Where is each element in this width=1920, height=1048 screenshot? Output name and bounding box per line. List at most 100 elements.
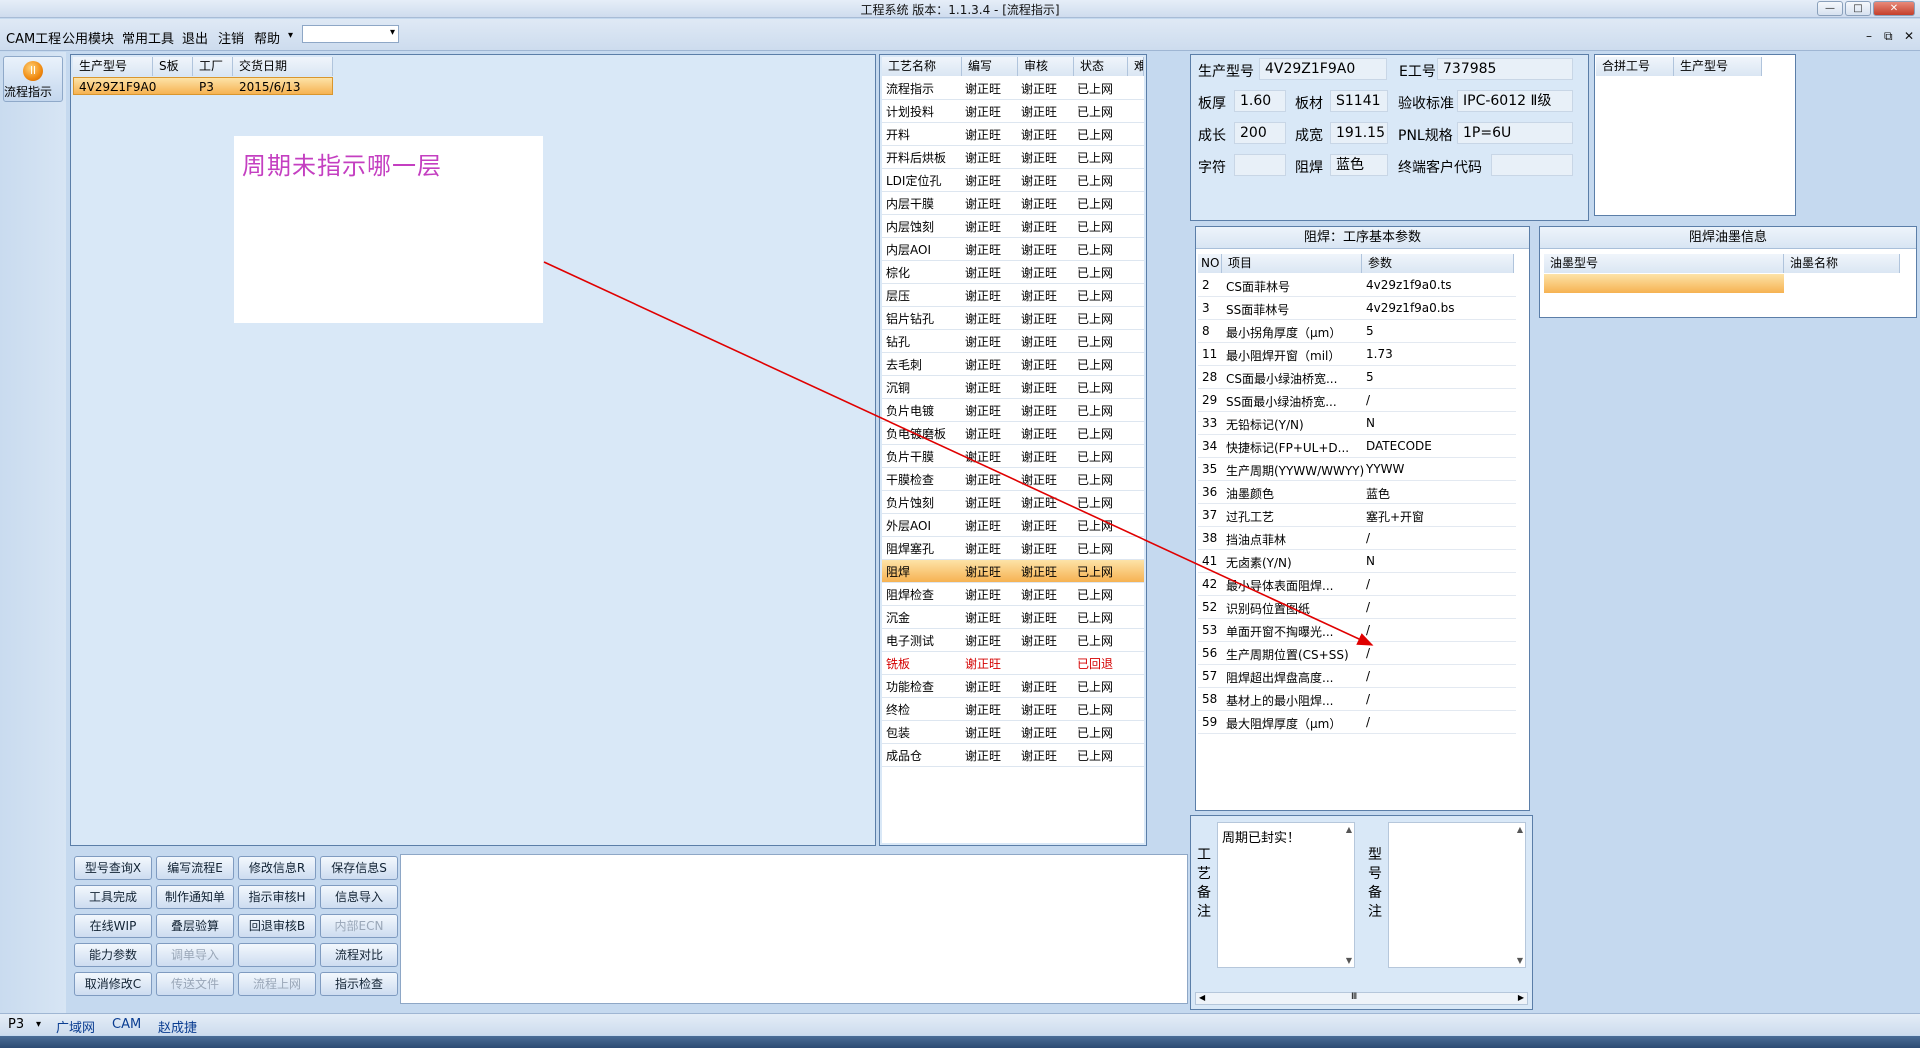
table-row[interactable]: 干膜检查 谢正旺 谢正旺 已上网 — [882, 468, 1144, 491]
menu-cam[interactable]: CAM工程 — [6, 28, 61, 47]
table-row[interactable]: 11 最小阻焊开窗（mil） 1.73 — [1198, 343, 1516, 366]
action-button[interactable]: 保存信息S — [320, 856, 398, 880]
status-factory[interactable]: P3 — [8, 1017, 24, 1032]
ink-header-model[interactable]: 油墨型号 — [1544, 254, 1784, 273]
status-factory-dropdown-icon[interactable]: ▾ — [36, 1019, 41, 1030]
table-row[interactable]: 38 挡油点菲林 / — [1198, 527, 1516, 550]
table-row[interactable]: 计划投料 谢正旺 谢正旺 已上网 — [882, 100, 1144, 123]
table-row[interactable]: 开料后烘板 谢正旺 谢正旺 已上网 — [882, 146, 1144, 169]
action-button[interactable]: 在线WIP — [74, 914, 152, 938]
mdi-restore-button[interactable]: ⧉ — [1884, 29, 1893, 44]
process-remark-text[interactable]: 周期已封实！ ▲ ▼ — [1217, 822, 1355, 968]
table-row[interactable]: 3 SS面菲林号 4v29z1f9a0.bs — [1198, 297, 1516, 320]
scroll-right-icon[interactable]: ▶ — [1518, 993, 1524, 1002]
close-button[interactable]: ✕ — [1873, 1, 1915, 16]
process-header-status[interactable]: 状态 — [1074, 57, 1128, 76]
scroll-down-icon[interactable]: ▼ — [1517, 956, 1523, 965]
scroll-down-icon[interactable]: ▼ — [1346, 956, 1352, 965]
maximize-button[interactable]: □ — [1845, 1, 1871, 16]
table-row[interactable]: 阻焊 谢正旺 谢正旺 已上网 — [882, 560, 1144, 583]
table-row[interactable]: 电子测试 谢正旺 谢正旺 已上网 — [882, 629, 1144, 652]
model-field[interactable]: 4V29Z1F9A0 — [1259, 58, 1387, 80]
table-row[interactable]: 53 单面开窗不掏曝光... / — [1198, 619, 1516, 642]
table-row[interactable]: 铣板 谢正旺 已回退 — [882, 652, 1144, 675]
action-button[interactable]: 流程对比 — [320, 943, 398, 967]
table-row[interactable]: 负片蚀刻 谢正旺 谢正旺 已上网 — [882, 491, 1144, 514]
table-row[interactable]: 棕化 谢正旺 谢正旺 已上网 — [882, 261, 1144, 284]
table-row[interactable]: 功能检查 谢正旺 谢正旺 已上网 — [882, 675, 1144, 698]
order-row[interactable]: 4V29Z1F9A0 P3 2015/6/13 — [73, 77, 333, 95]
action-button[interactable]: 编写流程E — [156, 856, 234, 880]
order-header-factory[interactable]: 工厂 — [193, 57, 233, 76]
char-field[interactable] — [1234, 154, 1286, 176]
flow-indicate-button[interactable]: ll 流程指示 — [3, 56, 63, 102]
table-row[interactable]: 包装 谢正旺 谢正旺 已上网 — [882, 721, 1144, 744]
process-header-reviewer[interactable]: 审核 — [1018, 57, 1074, 76]
table-row[interactable]: 流程指示 谢正旺 谢正旺 已上网 — [882, 77, 1144, 100]
table-row[interactable]: 内层AOI 谢正旺 谢正旺 已上网 — [882, 238, 1144, 261]
action-button[interactable]: 取消修改C — [74, 972, 152, 996]
table-row[interactable]: 去毛刺 谢正旺 谢正旺 已上网 — [882, 353, 1144, 376]
table-row[interactable]: 2 CS面菲林号 4v29z1f9a0.ts — [1198, 274, 1516, 297]
message-box[interactable] — [400, 854, 1188, 1004]
menu-logout[interactable]: 注销 — [218, 28, 244, 47]
table-row[interactable]: 34 快捷标记(FP+UL+D... DATECODE — [1198, 435, 1516, 458]
menu-common-module[interactable]: 公用模块 — [62, 28, 114, 47]
menu-help[interactable]: 帮助 — [254, 28, 280, 47]
action-button[interactable]: 叠层验算 — [156, 914, 234, 938]
customer-field[interactable] — [1491, 154, 1573, 176]
table-row[interactable]: 内层干膜 谢正旺 谢正旺 已上网 — [882, 192, 1144, 215]
action-button[interactable]: 指示检查 — [320, 972, 398, 996]
table-row[interactable]: 33 无铅标记(Y/N) N — [1198, 412, 1516, 435]
table-row[interactable]: 内层蚀刻 谢正旺 谢正旺 已上网 — [882, 215, 1144, 238]
order-header-model[interactable]: 生产型号 — [73, 57, 153, 76]
table-row[interactable]: 负片干膜 谢正旺 谢正旺 已上网 — [882, 445, 1144, 468]
table-row[interactable]: 钻孔 谢正旺 谢正旺 已上网 — [882, 330, 1144, 353]
scroll-grip-icon[interactable]: Ⅲ — [1351, 992, 1357, 1002]
action-button[interactable]: 能力参数 — [74, 943, 152, 967]
table-row[interactable]: 56 生产周期位置(CS+SS) / — [1198, 642, 1516, 665]
action-button[interactable]: 制作通知单 — [156, 885, 234, 909]
table-row[interactable]: LDI定位孔 谢正旺 谢正旺 已上网 — [882, 169, 1144, 192]
table-row[interactable]: 42 最小导体表面阻焊... / — [1198, 573, 1516, 596]
table-row[interactable]: 铝片钻孔 谢正旺 谢正旺 已上网 — [882, 307, 1144, 330]
scroll-up-icon[interactable]: ▲ — [1346, 825, 1352, 834]
action-button[interactable]: 回退审核B — [238, 914, 316, 938]
table-row[interactable]: 35 生产周期(YYWW/WWYY) YYWW — [1198, 458, 1516, 481]
table-row[interactable]: 52 识别码位置图纸 / — [1198, 596, 1516, 619]
table-row[interactable]: 59 最大阻焊厚度（μm） / — [1198, 711, 1516, 734]
table-row[interactable]: 负片电镀 谢正旺 谢正旺 已上网 — [882, 399, 1144, 422]
params-header-no[interactable]: NO — [1198, 254, 1222, 273]
mdi-close-button[interactable]: ✕ — [1904, 29, 1914, 43]
table-row[interactable]: 37 过孔工艺 塞孔+开窗 — [1198, 504, 1516, 527]
process-header-writer[interactable]: 编写 — [962, 57, 1018, 76]
horizontal-scrollbar[interactable]: ◀ Ⅲ ▶ — [1195, 992, 1528, 1005]
thickness-field[interactable]: 1.60 — [1234, 90, 1286, 112]
action-button[interactable]: 工具完成 — [74, 885, 152, 909]
table-row[interactable]: 28 CS面最小绿油桥宽... 5 — [1198, 366, 1516, 389]
accept-field[interactable]: IPC-6012 Ⅱ级 — [1457, 90, 1573, 112]
table-row[interactable]: 阻焊检查 谢正旺 谢正旺 已上网 — [882, 583, 1144, 606]
width-field[interactable]: 191.15 — [1330, 122, 1388, 144]
ink-header-name[interactable]: 油墨名称 — [1784, 254, 1900, 273]
table-row[interactable]: 58 基材上的最小阻焊... / — [1198, 688, 1516, 711]
ink-row[interactable] — [1544, 274, 1784, 293]
pnl-field[interactable]: 1P=6U — [1457, 122, 1573, 144]
menu-exit[interactable]: 退出 — [182, 28, 208, 47]
merge-header-eno[interactable]: 合拼工号 — [1596, 57, 1674, 76]
table-row[interactable]: 沉金 谢正旺 谢正旺 已上网 — [882, 606, 1144, 629]
process-header-name[interactable]: 工艺名称 — [882, 57, 962, 76]
table-row[interactable]: 阻焊塞孔 谢正旺 谢正旺 已上网 — [882, 537, 1144, 560]
mdi-minimize-button[interactable]: – — [1866, 29, 1872, 43]
minimize-button[interactable]: — — [1817, 1, 1843, 16]
material-field[interactable]: S1141 — [1330, 90, 1388, 112]
table-row[interactable]: 29 SS面最小绿油桥宽... / — [1198, 389, 1516, 412]
action-button[interactable]: 型号查询X — [74, 856, 152, 880]
mask-field[interactable]: 蓝色 — [1330, 154, 1388, 176]
action-button[interactable]: 指示审核H — [238, 885, 316, 909]
params-header-value[interactable]: 参数 — [1362, 254, 1514, 273]
table-row[interactable]: 沉铜 谢正旺 谢正旺 已上网 — [882, 376, 1144, 399]
action-button[interactable]: 修改信息R — [238, 856, 316, 880]
model-remark-text[interactable]: ▲ ▼ — [1388, 822, 1526, 968]
menu-tools[interactable]: 常用工具 — [122, 28, 174, 47]
